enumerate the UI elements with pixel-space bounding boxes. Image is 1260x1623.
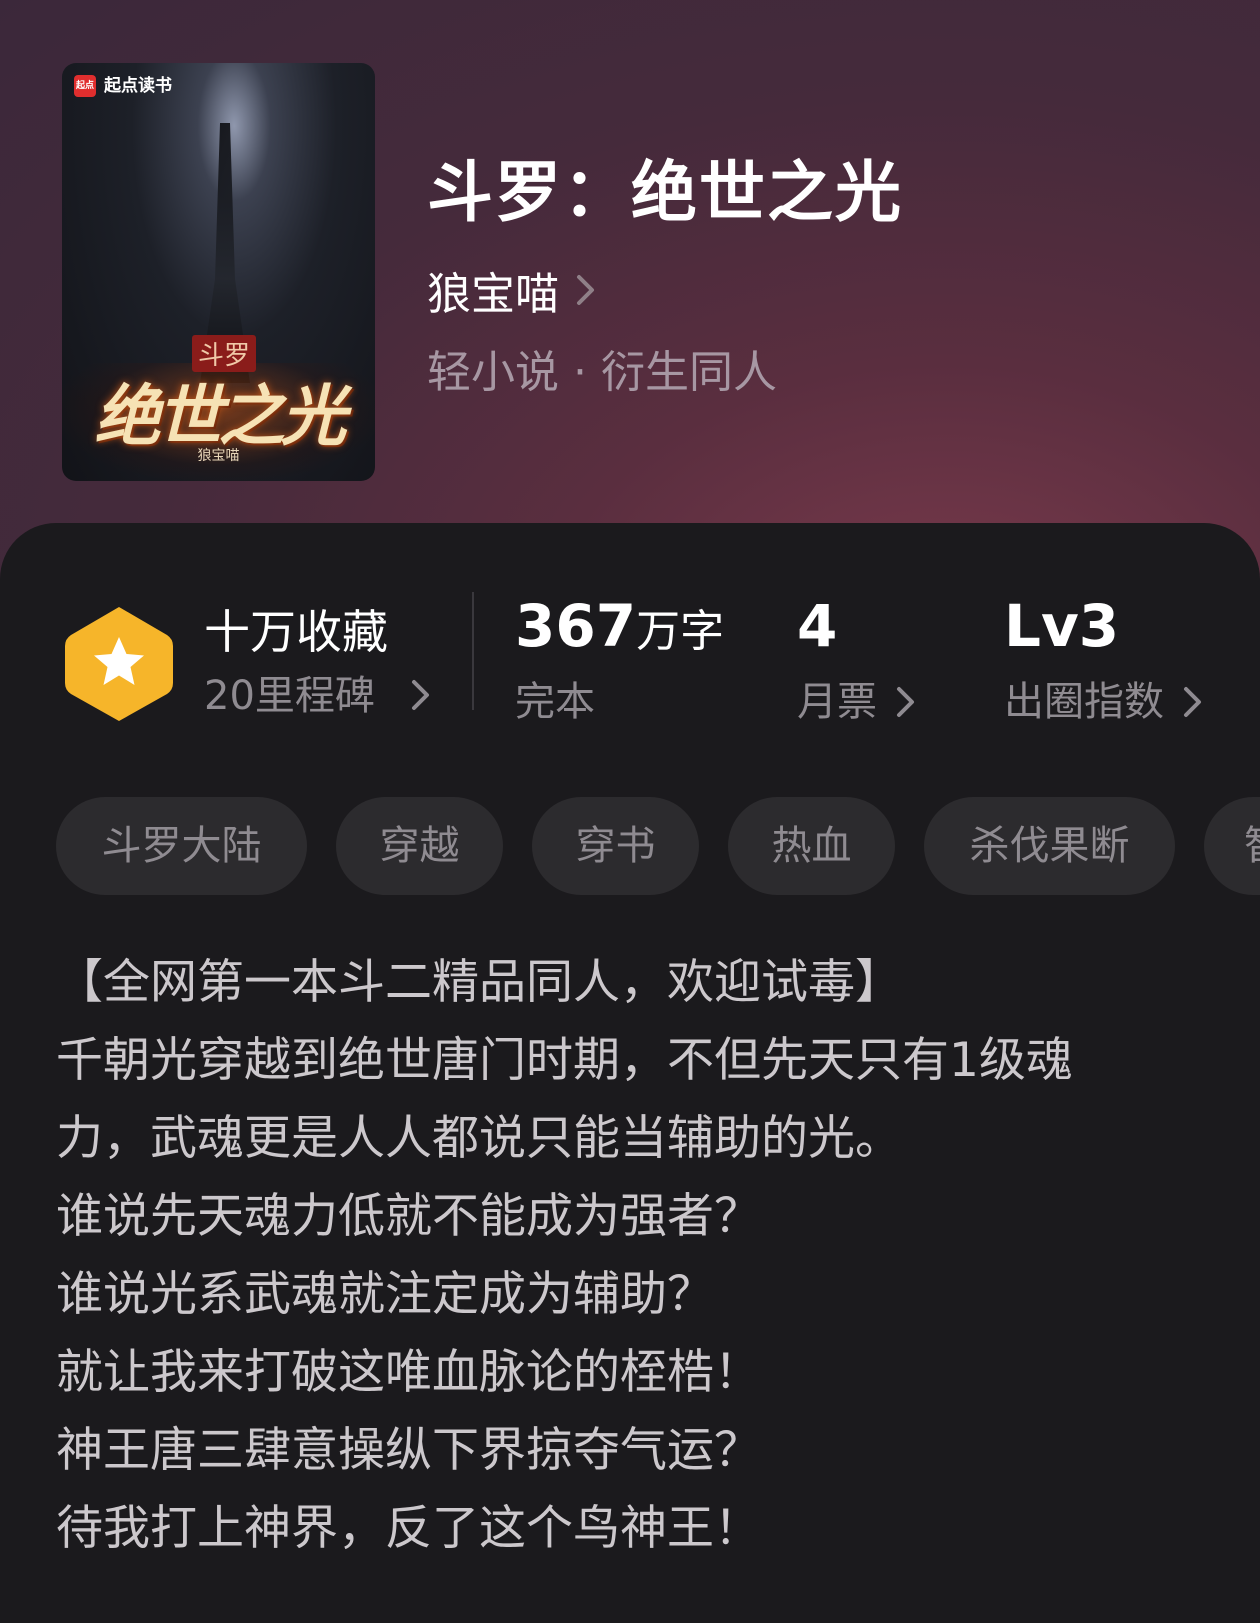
tag-list: 斗罗大陆 穿越 穿书 热血 杀伐果断 智 [56,797,1260,895]
word-count: 367万字 [515,592,725,660]
author-name: 狼宝喵 [427,269,559,320]
circle-level[interactable]: Lv3 [1004,594,1119,673]
tag-chip[interactable]: 斗罗大陆 [56,797,307,895]
tag-chip[interactable]: 智 [1204,797,1260,895]
tag-chip[interactable]: 穿书 [532,797,699,895]
author-link[interactable]: 狼宝喵 [427,262,597,320]
stats-divider [472,592,474,710]
cover-author: 狼宝喵 [197,448,240,464]
intro-line: 神王唐三肆意操纵下界掠夺气运？ [56,1423,761,1478]
favorites-title[interactable]: 十万收藏 [204,602,388,662]
intro-line: 谁说光系武魂就注定成为辅助？ [56,1267,714,1322]
publisher-logo-icon: 起点 [74,75,96,97]
monthly-tickets-count[interactable]: 4 [797,594,837,673]
intro-line: 就让我来打破这唯血脉论的桎梏！ [56,1345,761,1400]
chevron-right-icon [895,685,917,719]
tag-chip[interactable]: 杀伐果断 [924,797,1175,895]
chevron-right-icon [575,273,597,307]
intro-line: 待我打上神界，反了这个鸟神王！ [56,1501,761,1556]
chevron-right-icon[interactable] [410,678,432,716]
tag-chip[interactable]: 热血 [728,797,895,895]
intro-line: 千朝光穿越到绝世唐门时期，不但先天只有1级魂 [56,1033,1073,1088]
chevron-right-icon [1182,685,1204,719]
circle-index-link[interactable]: 出圈指数 [1004,676,1204,728]
book-genre[interactable]: 轻小说 · 衍生同人 [427,344,777,402]
favorites-medal-icon[interactable] [63,603,175,725]
status-label: 完本 [515,679,595,725]
monthly-tickets-link[interactable]: 月票 [797,676,917,728]
tag-chip[interactable]: 穿越 [336,797,503,895]
intro-line: 谁说先天魂力低就不能成为强者？ [56,1189,761,1244]
book-title: 斗罗：绝世之光 [427,153,903,231]
milestones-count[interactable]: 20里程碑 [204,670,375,722]
book-cover[interactable]: 起点 起点读书 斗罗 绝世之光 狼宝喵 [62,63,375,481]
intro-line: 力，武魂更是人人都说只能当辅助的光。 [56,1111,902,1166]
book-intro[interactable]: 【全网第一本斗二精品同人，欢迎试毒】 千朝光穿越到绝世唐门时期，不但先天只有1级… [56,944,1216,1568]
cover-publisher: 起点读书 [104,76,172,96]
intro-line: 【全网第一本斗二精品同人，欢迎试毒】 [56,955,902,1010]
